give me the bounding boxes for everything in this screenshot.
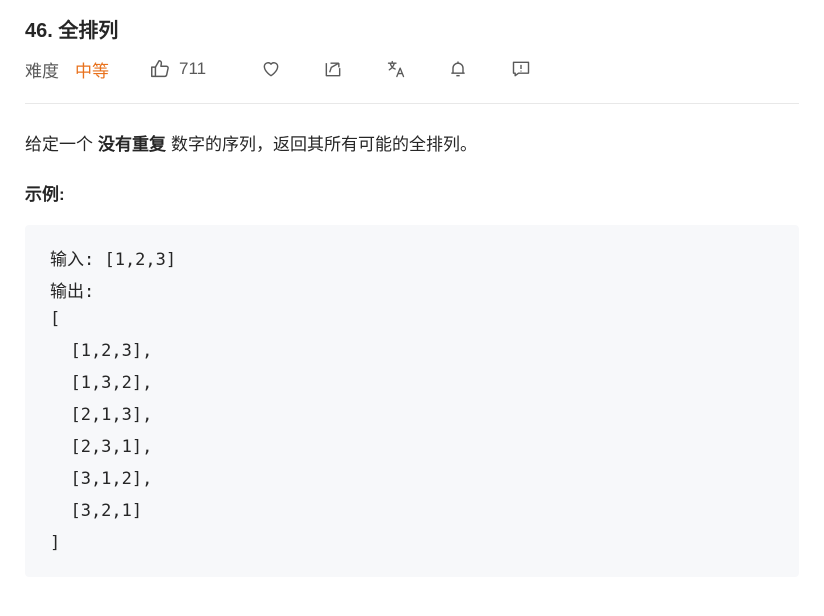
- code-line: [: [50, 309, 61, 329]
- favorite-button[interactable]: [259, 57, 283, 81]
- problem-title: 46. 全排列: [25, 20, 119, 42]
- code-line: [2,3,1],: [50, 437, 153, 457]
- like-button[interactable]: 711: [149, 58, 206, 80]
- heart-icon: [261, 59, 281, 79]
- like-count: 711: [179, 59, 207, 78]
- translate-button[interactable]: [384, 57, 408, 81]
- description-text-after: 数字的序列，返回其所有可能的全排列。: [171, 135, 477, 154]
- code-line: [2,1,3],: [50, 405, 153, 425]
- thumbs-up-icon: [149, 58, 171, 80]
- difficulty-badge: 中等: [75, 61, 109, 81]
- difficulty-label: 难度: [25, 61, 59, 81]
- feedback-button[interactable]: [509, 57, 533, 81]
- share-icon: [323, 59, 343, 79]
- code-line: [1,3,2],: [50, 373, 153, 393]
- code-line: [3,1,2],: [50, 469, 153, 489]
- translate-icon: [386, 59, 406, 79]
- code-line: 输出:: [50, 282, 95, 302]
- problem-description: 给定一个 没有重复 数字的序列，返回其所有可能的全排列。: [25, 130, 477, 155]
- code-line: [1,2,3],: [50, 341, 153, 361]
- notification-button[interactable]: [446, 57, 470, 81]
- share-button[interactable]: [321, 57, 345, 81]
- problem-meta-row: 难度 中等 711: [25, 56, 799, 82]
- example-title: 示例:: [25, 185, 65, 204]
- feedback-icon: [511, 59, 531, 79]
- example-code-block: 输入: [1,2,3] 输出: [ [1,2,3], [1,3,2], [2,1…: [25, 225, 799, 577]
- code-line: ]: [50, 533, 61, 553]
- code-line: [3,2,1]: [50, 501, 143, 521]
- description-emphasis: 没有重复: [98, 135, 166, 154]
- bell-icon: [448, 59, 468, 79]
- code-line: 输入: [1,2,3]: [50, 250, 177, 270]
- description-text-before: 给定一个: [25, 135, 93, 154]
- header-divider: [25, 103, 799, 104]
